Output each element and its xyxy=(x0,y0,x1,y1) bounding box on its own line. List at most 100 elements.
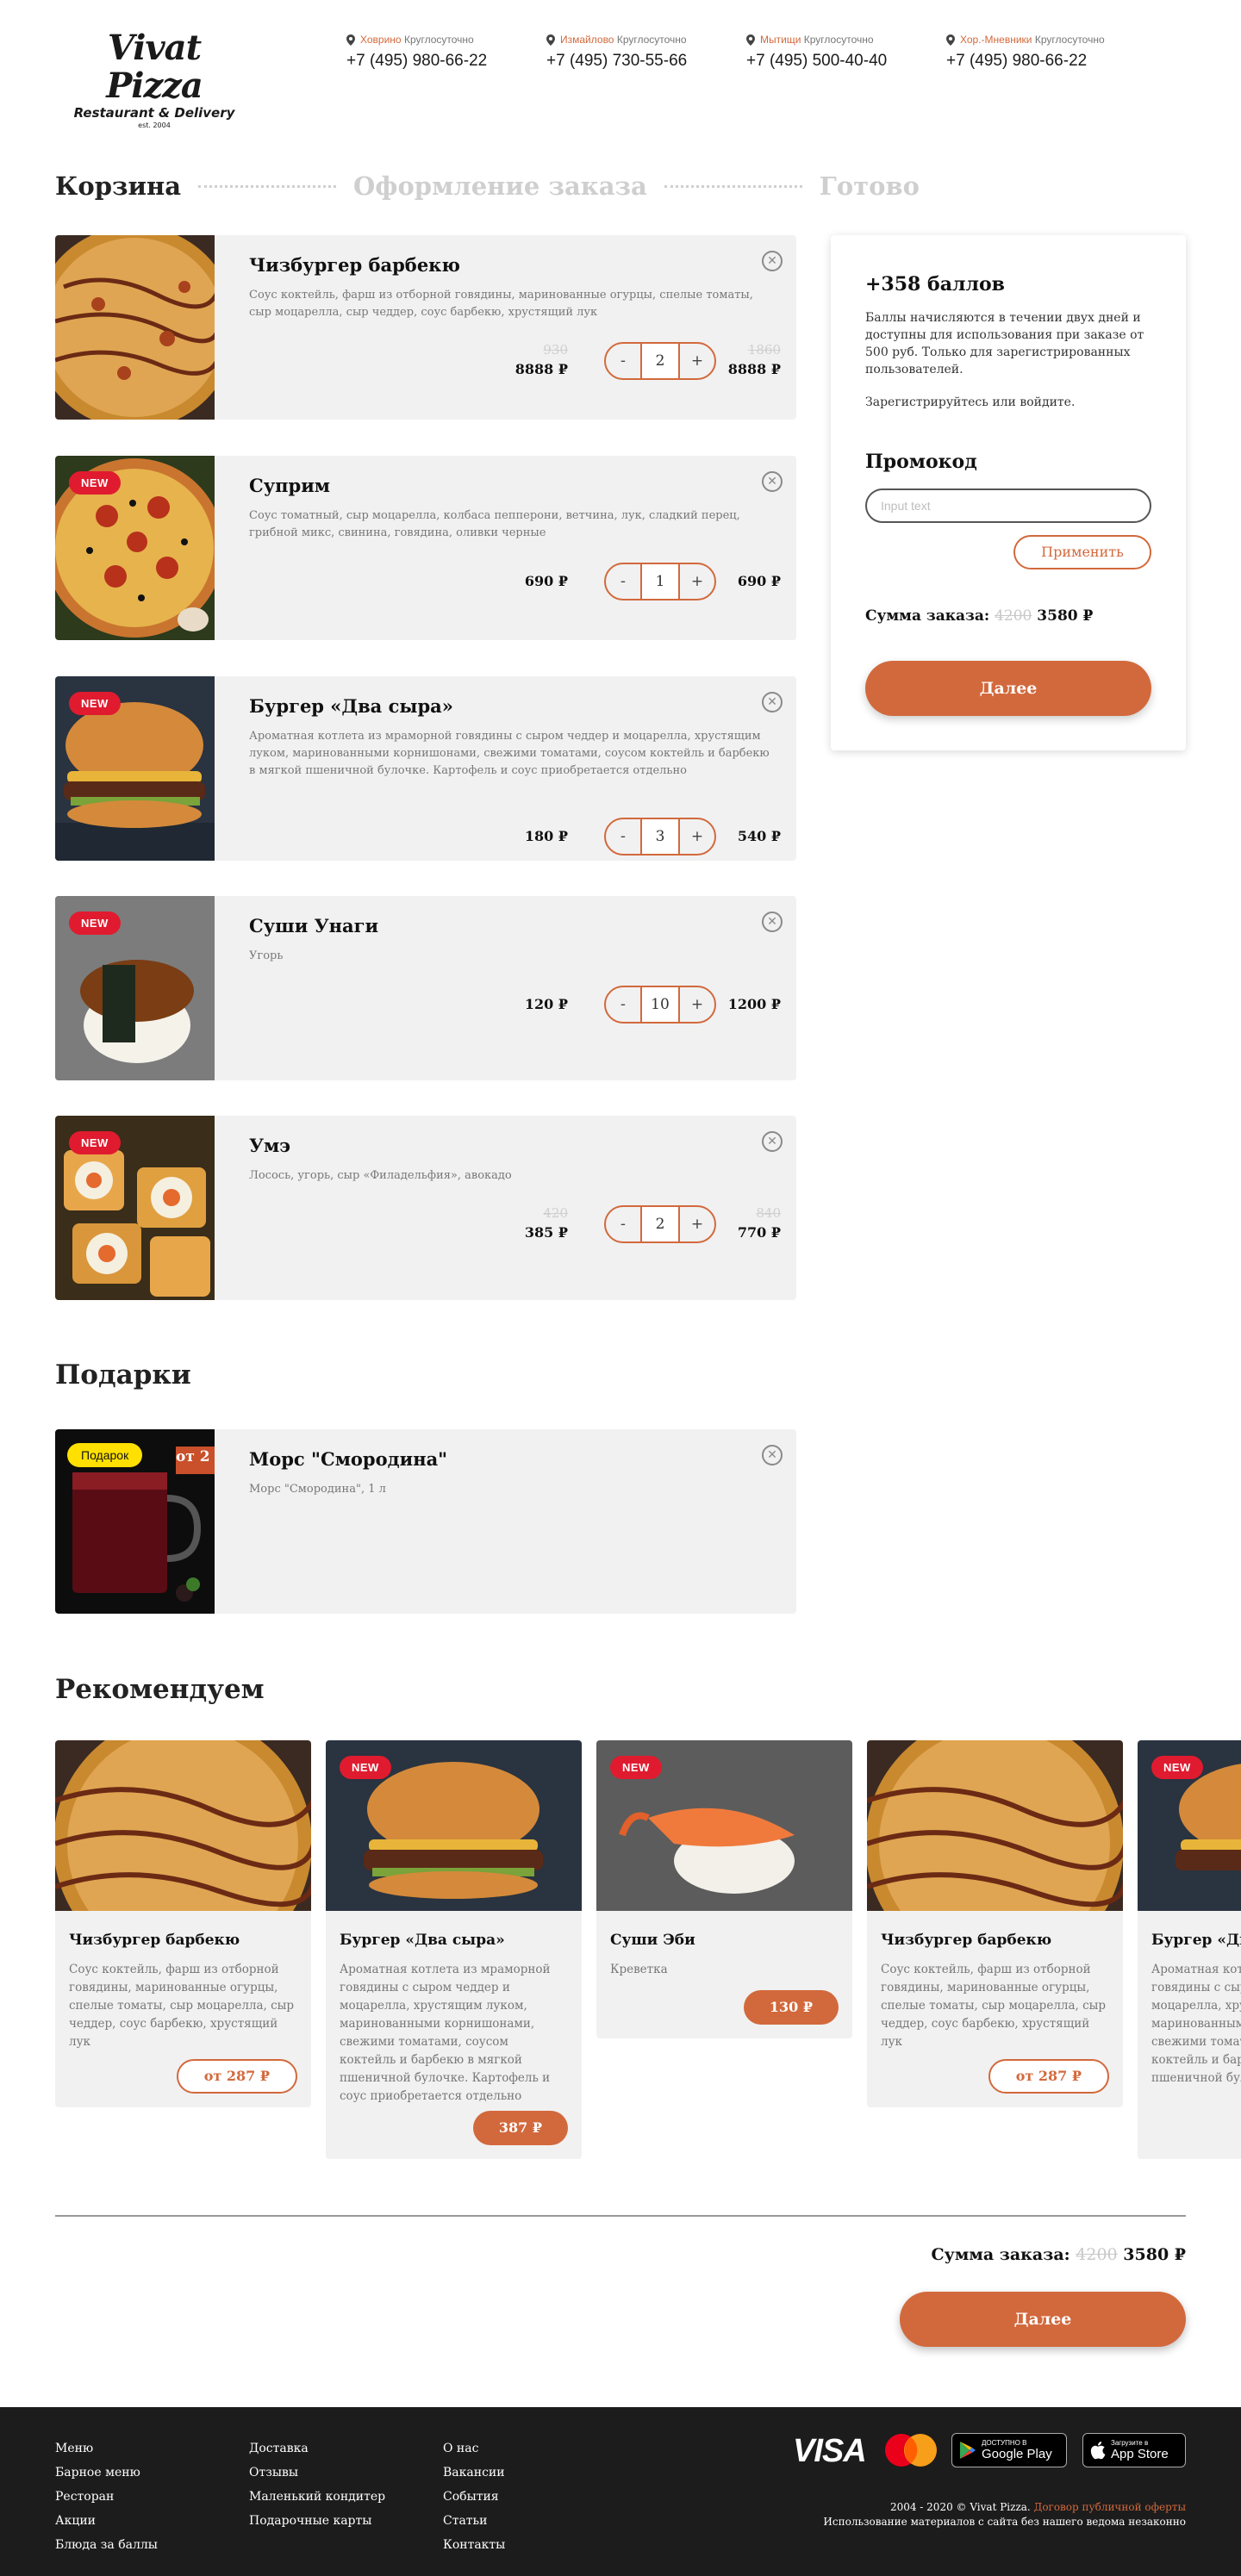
remove-item-icon[interactable]: ✕ xyxy=(762,471,783,492)
add-to-cart-button[interactable]: 387 ₽ xyxy=(472,2111,568,2145)
decrease-button[interactable]: - xyxy=(606,1207,640,1241)
remove-item-icon[interactable]: ✕ xyxy=(762,1131,783,1152)
register-link[interactable]: Зарегистрируйтесь или войдите. xyxy=(865,395,1075,409)
item-title: Умэ xyxy=(249,1135,291,1156)
apple-icon xyxy=(1090,2442,1106,2460)
location-pin-icon xyxy=(946,34,955,46)
quantity-value[interactable]: 10 xyxy=(640,987,680,1022)
footer-link[interactable]: События xyxy=(443,2485,505,2509)
product-card[interactable]: NEW Суши Эби Креветка 130 ₽ xyxy=(596,1740,852,2038)
footer-link[interactable]: Вакансии xyxy=(443,2461,505,2485)
add-to-cart-button[interactable]: 130 ₽ xyxy=(743,1990,839,2025)
google-play-small: ДОСТУПНО В xyxy=(982,2439,1027,2447)
apply-promo-button[interactable]: Применить xyxy=(1013,535,1151,569)
card-description: Соус коктейль, фарш из отборной говядины… xyxy=(69,1963,295,2049)
contact-area[interactable]: Хор.-Мневники xyxy=(960,34,1032,46)
promo-title: Промокод xyxy=(865,451,977,473)
footer-link[interactable]: Акции xyxy=(55,2509,158,2533)
quantity-value[interactable]: 3 xyxy=(640,819,680,854)
pizza-image xyxy=(55,1740,311,1973)
item-price: 385 ₽ xyxy=(524,1224,568,1241)
item-old-total: 1860 xyxy=(747,342,781,358)
decrease-button[interactable]: - xyxy=(606,564,640,599)
next-button[interactable]: Далее xyxy=(865,661,1151,716)
footer-link[interactable]: Доставка xyxy=(249,2436,385,2461)
decrease-button[interactable]: - xyxy=(606,819,640,854)
quantity-value[interactable]: 2 xyxy=(640,344,680,378)
footer-link[interactable]: Ресторан xyxy=(55,2485,158,2509)
gift-price-tag: от 2 xyxy=(176,1448,210,1465)
contact-hours: Круглосуточно xyxy=(403,34,474,46)
step-checkout: Оформление заказа xyxy=(353,171,647,201)
google-play-label: Google Play xyxy=(982,2447,1052,2461)
remove-item-icon[interactable]: ✕ xyxy=(762,912,783,932)
contact-hours: Круглосуточно xyxy=(616,34,687,46)
contact-area[interactable]: Ховрино xyxy=(360,34,402,46)
location-pin-icon xyxy=(746,34,755,46)
bottom-next-button[interactable]: Далее xyxy=(900,2292,1186,2347)
pizza-image xyxy=(55,235,215,420)
bonus-note: Баллы начисляются в течении двух дней и … xyxy=(865,311,1144,376)
recommend-carousel: Чизбургер барбекю Соус коктейль, фарш из… xyxy=(55,1740,1241,2171)
cart-item: Чизбургер барбекю Соус коктейль, фарш из… xyxy=(55,235,796,420)
cart-item: NEW Суши Унаги Угорь ✕ 120 ₽ - 10 + 1200… xyxy=(55,896,796,1080)
add-to-cart-button[interactable]: от 287 ₽ xyxy=(988,2059,1109,2094)
item-description: Соус коктейль, фарш из отборной говядины… xyxy=(249,289,753,319)
card-title: Чизбургер барбекю xyxy=(881,1932,1052,1949)
contact-phone[interactable]: +7 (495) 730-55-66 xyxy=(546,50,727,72)
google-play-button[interactable]: ДОСТУПНО В Google Play xyxy=(951,2433,1067,2467)
add-to-cart-button[interactable]: от 287 ₽ xyxy=(176,2059,297,2094)
footer-link[interactable]: О нас xyxy=(443,2436,505,2461)
app-store-label: App Store xyxy=(1111,2447,1169,2461)
footer-col-service: Доставка Отзывы Маленький кондитер Подар… xyxy=(249,2436,385,2533)
card-title: Чизбургер барбекю xyxy=(69,1932,240,1949)
card-title: Бургер «Два сыра» xyxy=(340,1932,505,1949)
recommend-title: Рекомендуем xyxy=(55,1674,265,1705)
offer-link[interactable]: Договор публичной оферты xyxy=(1034,2501,1186,2513)
card-description: Креветка xyxy=(610,1963,668,1976)
app-store-button[interactable]: Загрузите в App Store xyxy=(1082,2433,1186,2467)
contact-mytishchi: Мытищи Круглосуточно +7 (495) 500-40-40 xyxy=(746,33,927,72)
footer-link[interactable]: Меню xyxy=(55,2436,158,2461)
footer-link[interactable]: Блюда за баллы xyxy=(55,2533,158,2557)
item-total: 1200 ₽ xyxy=(727,996,781,1012)
contact-area[interactable]: Мытищи xyxy=(760,34,801,46)
copyright-text: 2004 - 2020 © Vivat Pizza. xyxy=(889,2501,1031,2513)
contact-phone[interactable]: +7 (495) 980-66-22 xyxy=(946,50,1127,72)
footer-link[interactable]: Статьи xyxy=(443,2509,505,2533)
item-old-price: 930 xyxy=(543,342,568,358)
decrease-button[interactable]: - xyxy=(606,987,640,1022)
item-title: Бургер «Два сыра» xyxy=(249,695,453,717)
contact-khovrino: Ховрино Круглосуточно +7 (495) 980-66-22 xyxy=(346,33,527,72)
remove-item-icon[interactable]: ✕ xyxy=(762,1445,783,1465)
gift-badge: Подарок xyxy=(67,1443,143,1467)
item-old-total: 840 xyxy=(756,1205,781,1221)
product-card[interactable]: Чизбургер барбекю Соус коктейль, фарш из… xyxy=(55,1740,311,2107)
contact-phone[interactable]: +7 (495) 980-66-22 xyxy=(346,50,527,72)
quantity-value[interactable]: 2 xyxy=(640,1207,680,1241)
quantity-value[interactable]: 1 xyxy=(640,564,680,599)
item-description: Угорь xyxy=(249,949,284,962)
product-card[interactable]: Чизбургер барбекю Соус коктейль, фарш из… xyxy=(867,1740,1123,2107)
footer-link[interactable]: Контакты xyxy=(443,2533,505,2557)
contact-area[interactable]: Измайлово xyxy=(560,34,614,46)
footer-link[interactable]: Маленький кондитер xyxy=(249,2485,385,2509)
decrease-button[interactable]: - xyxy=(606,344,640,378)
product-card[interactable]: NEW Бургер «Два сыра» Ароматная котлета … xyxy=(326,1740,582,2159)
remove-item-icon[interactable]: ✕ xyxy=(762,692,783,712)
logo-subtitle: Restaurant & Delivery xyxy=(73,105,235,121)
card-title: Бургер «Два сыра» xyxy=(1151,1932,1241,1949)
promo-code-input[interactable] xyxy=(865,488,1151,523)
footer-link[interactable]: Отзывы xyxy=(249,2461,385,2485)
footer-link[interactable]: Барное меню xyxy=(55,2461,158,2485)
logo[interactable]: Vivat Pizza Restaurant & Delivery est. 2… xyxy=(55,29,253,130)
item-price: 120 ₽ xyxy=(524,996,568,1012)
contact-phone[interactable]: +7 (495) 500-40-40 xyxy=(746,50,927,72)
new-badge: NEW xyxy=(69,471,121,495)
card-description: Ароматная котлета из мраморной говядины … xyxy=(340,1963,551,2103)
footer-link[interactable]: Подарочные карты xyxy=(249,2509,385,2533)
contact-izmaylovo: Измайлово Круглосуточно +7 (495) 730-55-… xyxy=(546,33,727,72)
product-card[interactable]: NEW Бургер «Два сыра» Ароматная котлета … xyxy=(1138,1740,1241,2159)
remove-item-icon[interactable]: ✕ xyxy=(762,251,783,271)
visa-icon: VISA xyxy=(793,2433,867,2469)
